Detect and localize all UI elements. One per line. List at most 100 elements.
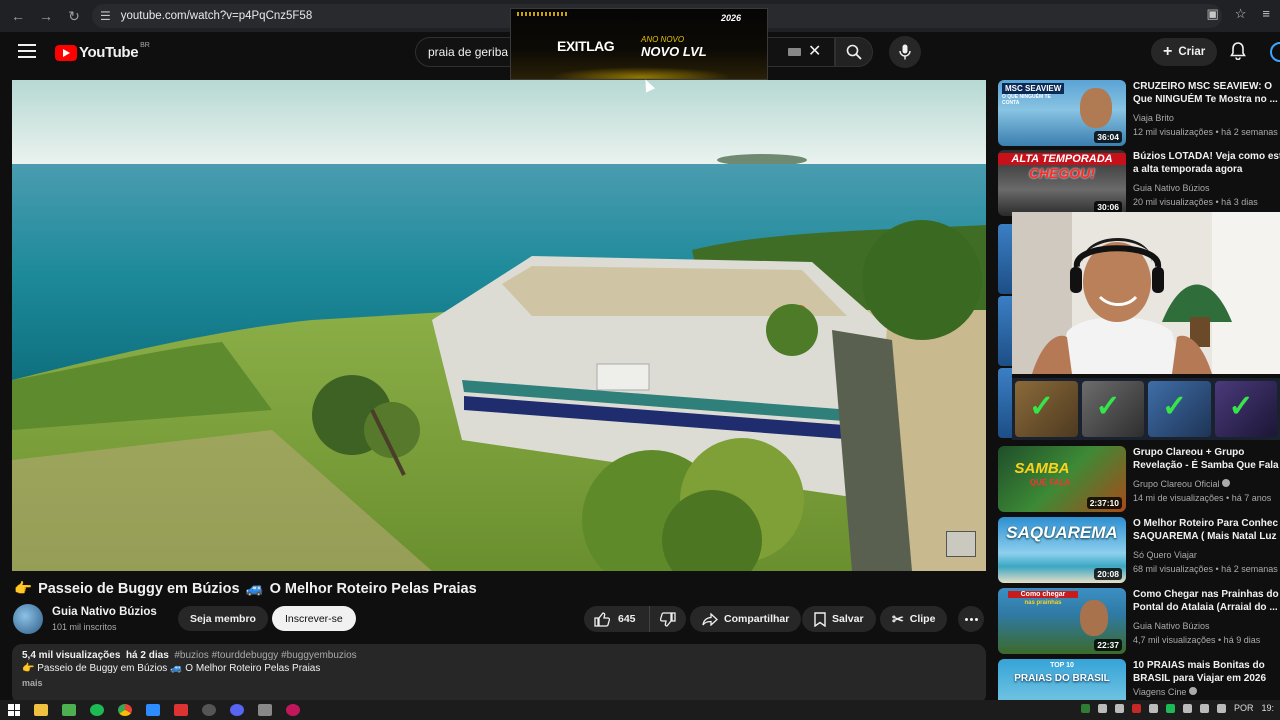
search-icon xyxy=(846,44,862,60)
ad-banner[interactable]: 2026 EXITLAG ANO NOVO NOVO LVL xyxy=(510,8,768,80)
store-icon[interactable] xyxy=(62,704,76,716)
youtube-logo[interactable]: YouTube BR xyxy=(55,42,150,61)
tray-icon xyxy=(1097,703,1107,713)
recommendation-item[interactable]: Como chegar nas prainhas 22:37 Como Cheg… xyxy=(998,588,1280,654)
video-thumbnail: SAQUAREMA 20:08 xyxy=(998,517,1126,583)
video-thumbnail: MSC SEAVIEW O QUE NINGUÉM TE CONTA 36:04 xyxy=(998,80,1126,146)
thumbnail-sublabel: O QUE NINGUÉM TE CONTA xyxy=(1002,94,1051,106)
forward-icon[interactable]: → xyxy=(32,2,60,30)
more-actions-button[interactable] xyxy=(958,606,984,632)
search-query: praia de geriba xyxy=(428,45,509,59)
video-thumbnail: TOP 10 PRAIAS DO BRASIL xyxy=(998,659,1126,701)
language-indicator[interactable]: POR xyxy=(1234,703,1254,713)
back-icon[interactable]: ← xyxy=(4,2,32,30)
show-more-link[interactable]: mais xyxy=(22,678,976,688)
reading-list-icon[interactable]: ≡ xyxy=(1262,6,1270,22)
video-thumbnail: SAMBA QUE FALA 2:37:10 xyxy=(998,446,1126,512)
subscribe-button[interactable]: Inscrever-se xyxy=(272,606,356,631)
calendar-icon[interactable] xyxy=(174,704,188,716)
start-icon[interactable] xyxy=(8,704,20,716)
video-thumbnail: Como chegar nas prainhas 22:37 xyxy=(998,588,1126,654)
game-overlay-strip: ✓ ✓ ✓ ✓ xyxy=(1012,378,1280,440)
tray-icon xyxy=(1080,703,1090,713)
discord-icon[interactable] xyxy=(230,704,244,716)
game-slot: ✓ xyxy=(1081,381,1144,437)
thumbnail-sublabel: PRAIAS DO BRASIL xyxy=(1014,673,1110,684)
app-icon[interactable] xyxy=(286,704,300,716)
recommendation-item[interactable]: SAQUAREMA 20:08 O Melhor Roteiro Para Co… xyxy=(998,517,1280,583)
cast-icon[interactable]: ▣ xyxy=(1206,6,1218,22)
recommendation-channel: Viagens Cine xyxy=(1133,687,1197,697)
thumbnail-sublabel: QUE FALA xyxy=(1029,478,1071,487)
ad-stripe xyxy=(517,12,569,16)
recommendation-title: CRUZEIRO MSC SEAVIEW: O Que NINGUÉM Te Mo… xyxy=(1133,81,1278,105)
account-avatar[interactable] xyxy=(1270,42,1280,62)
bookmark-star-icon[interactable]: ☆ xyxy=(1235,6,1247,22)
thumbnail-label: Como chegar xyxy=(1008,591,1078,598)
site-info-icon[interactable]: ☰ xyxy=(100,9,111,23)
search-button[interactable] xyxy=(835,37,873,67)
video-watermark xyxy=(946,531,976,557)
thumbnail-sublabel: nas prainhas xyxy=(1024,600,1062,606)
presenter-face xyxy=(1080,600,1108,636)
app-icon[interactable] xyxy=(146,704,160,716)
share-icon xyxy=(702,612,718,626)
video-duration: 2:37:10 xyxy=(1086,497,1122,509)
view-count: 5,4 mil visualizações xyxy=(22,650,121,661)
channel-avatar[interactable] xyxy=(13,604,43,634)
voice-search-button[interactable] xyxy=(889,36,921,68)
recommendation-item[interactable]: ALTA TEMPORADA CHEGOU! 30:06 Búzios LOTA… xyxy=(998,150,1280,216)
spotify-icon[interactable] xyxy=(90,704,104,716)
reload-icon[interactable]: ↻ xyxy=(60,2,88,30)
chrome-icon[interactable] xyxy=(118,704,132,716)
ad-glow xyxy=(551,67,731,79)
play-logo-icon xyxy=(55,44,77,61)
thumbs-up-icon xyxy=(594,611,610,627)
clip-button[interactable]: ✂ Clipe xyxy=(880,606,948,632)
video-duration: 36:04 xyxy=(1094,131,1122,143)
channel-name[interactable]: Guia Nativo Búzios xyxy=(52,606,157,618)
description-box[interactable]: 5,4 mil visualizações há 2 dias #buzios … xyxy=(12,644,986,704)
volume-icon xyxy=(1199,703,1209,713)
scissors-icon: ✂ xyxy=(892,610,904,627)
video-title: 👉 Passeio de Buggy em Búzios 🚙 O Melhor … xyxy=(14,580,477,598)
description-text: 👉 Passeio de Buggy em Búzios 🚙 O Melhor … xyxy=(22,663,321,674)
url-text: youtube.com/watch?v=p4PqCnz5F58 xyxy=(120,10,313,22)
hashtags[interactable]: #buzios #tourddebuggy #buggyembuzios xyxy=(174,650,356,661)
presenter-face xyxy=(1080,88,1112,128)
obs-icon[interactable] xyxy=(202,704,216,716)
clear-search-icon[interactable]: ✕ xyxy=(808,41,821,61)
recommendation-title: Grupo Clareou + Grupo Revelação - É Samba… xyxy=(1133,447,1279,471)
app-icon[interactable] xyxy=(258,704,272,716)
tray-icon xyxy=(1182,703,1192,713)
recommendation-item[interactable]: SAMBA QUE FALA 2:37:10 Grupo Clareou + G… xyxy=(998,446,1280,512)
keyboard-icon[interactable] xyxy=(788,48,801,56)
system-tray: POR 19: xyxy=(1080,703,1274,713)
game-slot: ✓ xyxy=(1214,381,1277,437)
bookmark-icon xyxy=(814,611,826,627)
video-player[interactable] xyxy=(12,80,986,571)
video-frame xyxy=(12,80,986,571)
menu-icon[interactable] xyxy=(18,44,36,58)
plus-icon: + xyxy=(1163,43,1173,60)
recommendation-title: O Melhor Roteiro Para Conhec SAQUAREMA ( … xyxy=(1133,518,1279,542)
save-button[interactable]: Salvar xyxy=(802,606,876,632)
clock[interactable]: 19: xyxy=(1261,703,1274,713)
recommendation-item[interactable]: TOP 10 PRAIAS DO BRASIL 10 PRAIAS mais B… xyxy=(998,659,1280,701)
recommendation-item[interactable]: MSC SEAVIEW O QUE NINGUÉM TE CONTA 36:04… xyxy=(998,80,1280,146)
recommendation-channel: Só Quero Viajar xyxy=(1133,550,1197,560)
join-button[interactable]: Seja membro xyxy=(178,606,268,631)
file-explorer-icon[interactable] xyxy=(34,704,48,716)
dislike-button[interactable] xyxy=(650,606,686,632)
tray-icon xyxy=(1165,703,1175,713)
microphone-icon xyxy=(899,44,911,60)
recommendation-channel: Guia Nativo Búzios xyxy=(1133,621,1210,631)
notifications-bell-icon[interactable] xyxy=(1230,42,1246,65)
recommendation-channel: Guia Nativo Búzios xyxy=(1133,183,1210,193)
tray-icon xyxy=(1131,703,1141,713)
create-button[interactable]: + Criar xyxy=(1151,38,1218,66)
hidden-thumbnail-edge xyxy=(998,224,1012,294)
like-button[interactable]: 645 xyxy=(584,606,650,632)
share-button[interactable]: Compartilhar xyxy=(690,606,802,632)
ad-line1: ANO NOVO xyxy=(641,35,685,44)
